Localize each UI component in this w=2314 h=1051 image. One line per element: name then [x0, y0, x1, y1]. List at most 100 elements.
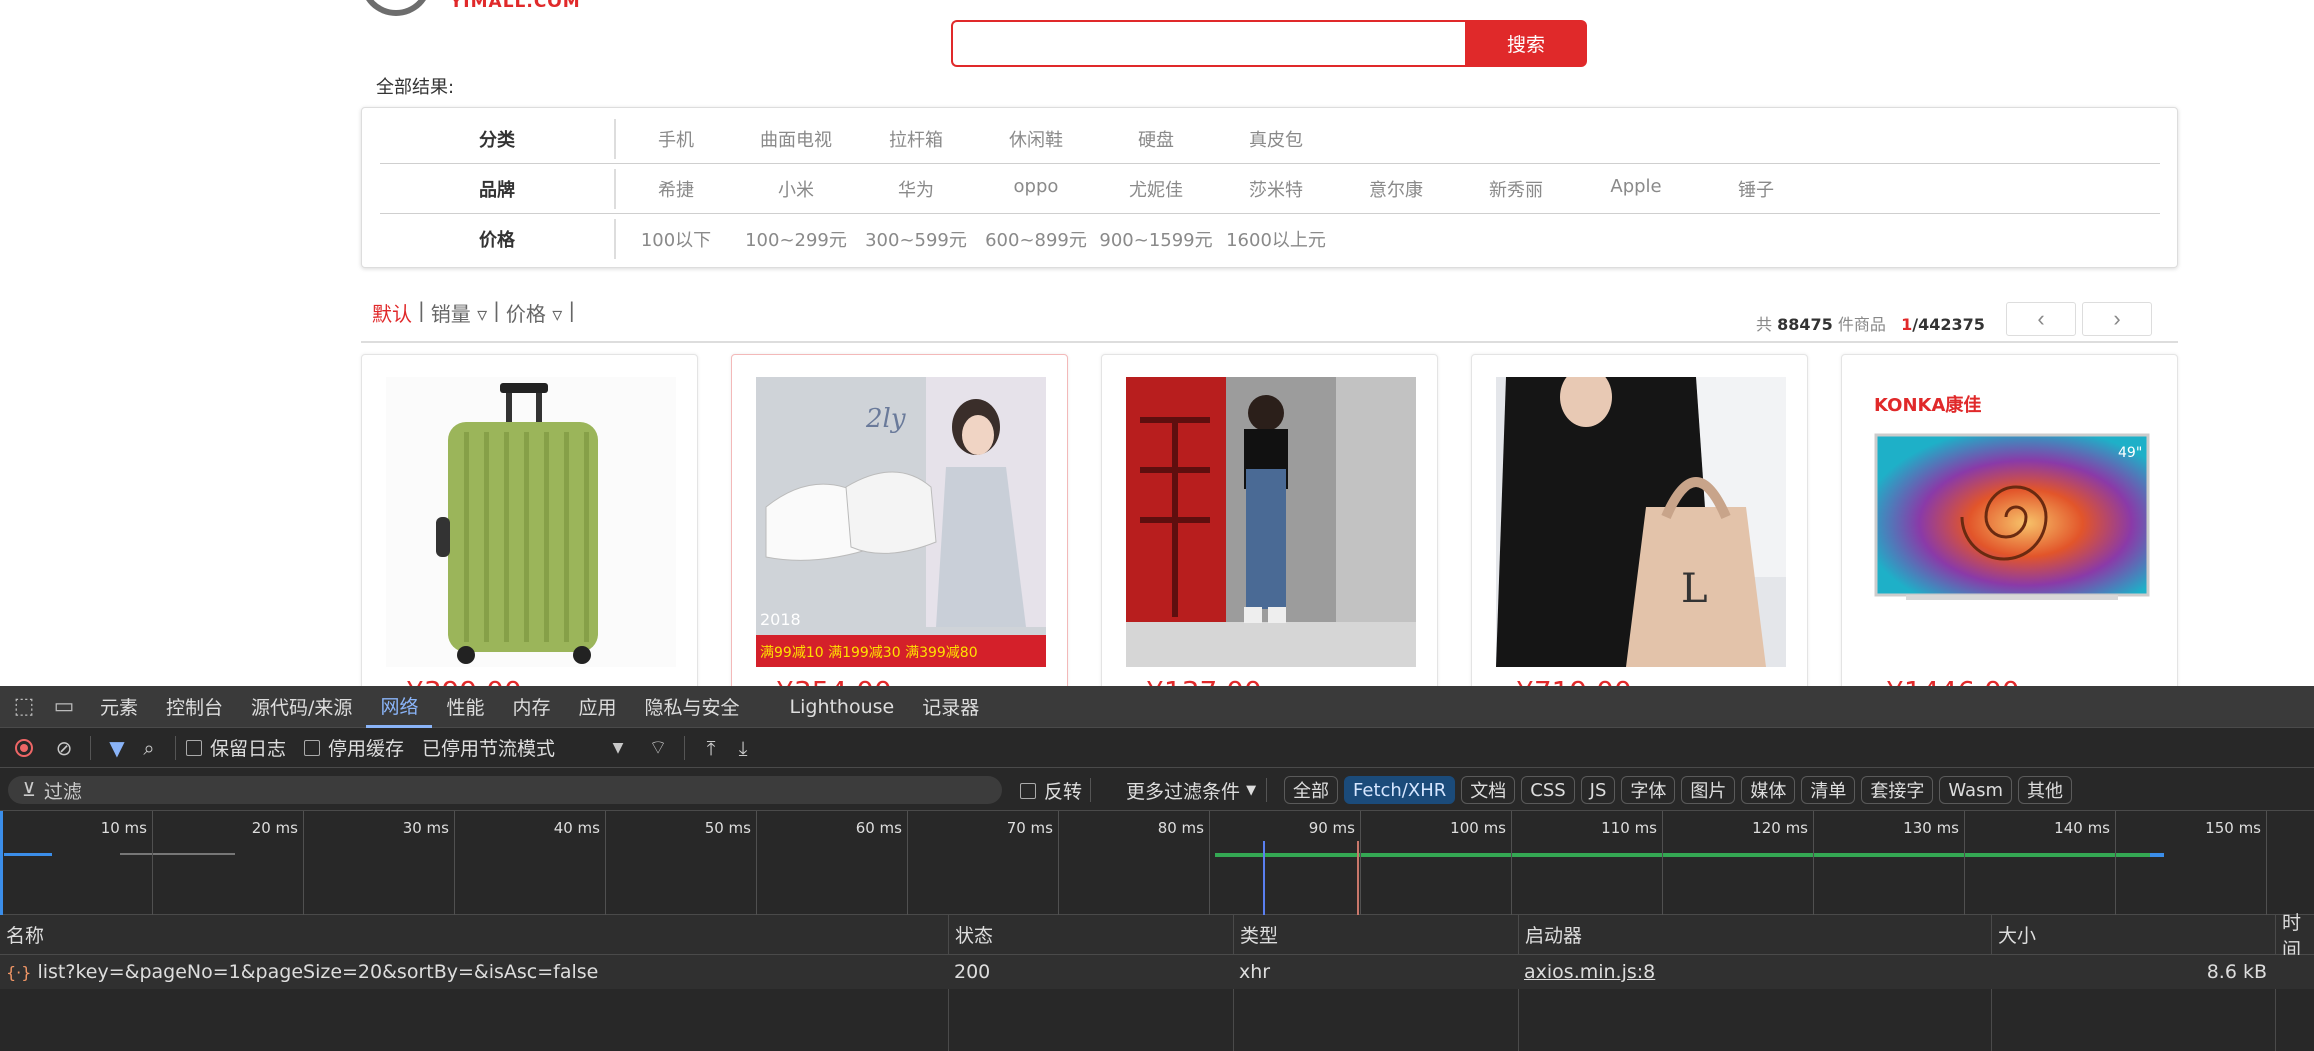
resource-type-chip[interactable]: 文档: [1461, 776, 1516, 804]
filter-option[interactable]: Apple: [1576, 176, 1696, 202]
product-card[interactable]: L ¥719.00: [1471, 354, 1808, 686]
resource-type-chip[interactable]: 全部: [1284, 776, 1338, 804]
product-card[interactable]: ¥399.00: [361, 354, 698, 686]
filter-option[interactable]: 1600以上元: [1216, 226, 1336, 252]
logo-text[interactable]: YIMALL.COM: [450, 0, 581, 12]
request-initiator[interactable]: axios.min.js:8: [1518, 955, 1655, 989]
devtools-panel: ⬚ ▭ 元素 控制台 源代码/来源 网络 性能 内存 应用 隐私与安全 Lighthouse 记录…: [0, 686, 2314, 1051]
download-icon[interactable]: ⤓: [727, 733, 759, 763]
filter-option[interactable]: 硬盘: [1096, 126, 1216, 152]
inspect-element-icon[interactable]: ⬚: [8, 693, 40, 721]
resource-type-chip[interactable]: Fetch/XHR: [1344, 776, 1456, 804]
timeline-tick: 20 ms: [252, 811, 304, 915]
request-row[interactable]: {·} list?key=&pageNo=1&pageSize=20&sortB…: [0, 955, 2314, 989]
product-card[interactable]: KONKA康佳 49" ¥1446.00: [1841, 354, 2178, 686]
filter-option[interactable]: 100以下: [616, 226, 736, 252]
search-button[interactable]: 搜索: [1465, 20, 1587, 67]
filter-option[interactable]: 小米: [736, 176, 856, 202]
devtools-tab[interactable]: Lighthouse: [776, 686, 909, 728]
devtools-tab[interactable]: 控制台: [152, 686, 237, 728]
product-image[interactable]: L: [1496, 377, 1786, 667]
filter-option[interactable]: 手机: [616, 126, 736, 152]
devtools-tab[interactable]: 性能: [432, 686, 498, 728]
filter-option[interactable]: 600~899元: [976, 226, 1096, 252]
filter-option[interactable]: 拉杆箱: [856, 126, 976, 152]
prev-page-button[interactable]: ‹: [2006, 302, 2076, 336]
filter-option[interactable]: 意尔康: [1336, 176, 1456, 202]
filter-option[interactable]: 300~599元: [856, 226, 976, 252]
column-name[interactable]: 名称: [0, 915, 44, 954]
network-conditions-icon[interactable]: ⌔: [642, 733, 674, 763]
chevron-down-icon[interactable]: ▼: [602, 733, 634, 763]
column-status[interactable]: 状态: [948, 915, 993, 954]
filter-option[interactable]: 锤子: [1696, 176, 1816, 202]
device-toolbar-icon[interactable]: ▭: [48, 693, 80, 721]
column-time[interactable]: 时间: [2275, 912, 2314, 961]
resource-type-chip[interactable]: CSS: [1521, 776, 1575, 804]
devtools-tab[interactable]: 应用: [564, 686, 630, 728]
filter-option[interactable]: 希捷: [616, 176, 736, 202]
resource-type-chip[interactable]: 清单: [1801, 776, 1856, 804]
logo-icon[interactable]: [360, 0, 432, 16]
preserve-log-checkbox[interactable]: 保留日志: [186, 734, 286, 761]
filter-option[interactable]: 华为: [856, 176, 976, 202]
product-image[interactable]: [386, 377, 676, 667]
filter-option[interactable]: 休闲鞋: [976, 126, 1096, 152]
sort-sales[interactable]: 销量 ▿: [431, 298, 487, 327]
resource-type-chip[interactable]: 字体: [1621, 776, 1676, 804]
request-name-cell[interactable]: {·} list?key=&pageNo=1&pageSize=20&sortB…: [0, 955, 598, 989]
timeline-tick: 30 ms: [403, 811, 455, 915]
throttle-select[interactable]: 已停用节流模式: [422, 734, 594, 761]
column-type[interactable]: 类型: [1233, 915, 1278, 954]
timeline-bar: [120, 853, 235, 855]
search-icon[interactable]: ⌕: [133, 733, 165, 763]
filter-option[interactable]: oppo: [976, 176, 1096, 202]
product-image[interactable]: [1126, 377, 1416, 667]
dom-content-loaded-line: [1263, 841, 1265, 915]
product-image[interactable]: 2ly 2018 满99减10 满199减30 满399减80: [756, 377, 1046, 667]
product-card[interactable]: ¥137.00: [1101, 354, 1438, 686]
filter-option[interactable]: 尤妮佳: [1096, 176, 1216, 202]
filter-input[interactable]: ⊻ 过滤: [8, 776, 1002, 804]
search-input[interactable]: [951, 20, 1466, 67]
devtools-tab[interactable]: 隐私与安全: [631, 686, 754, 728]
upload-icon[interactable]: ⤒: [695, 733, 727, 763]
clear-icon[interactable]: ⊘: [48, 733, 80, 763]
next-page-button[interactable]: ›: [2082, 302, 2152, 336]
timeline-tick: 90 ms: [1309, 811, 1361, 915]
filter-option[interactable]: 真皮包: [1216, 126, 1336, 152]
devtools-tab[interactable]: 记录器: [908, 686, 993, 728]
toolbar-divider: [90, 735, 91, 760]
resource-type-chip[interactable]: 媒体: [1741, 776, 1796, 804]
filter-option[interactable]: 曲面电视: [736, 126, 856, 152]
devtools-tab[interactable]: 内存: [498, 686, 564, 728]
sort-default[interactable]: 默认: [372, 298, 412, 327]
devtools-tab[interactable]: 网络: [366, 686, 433, 728]
filter-option[interactable]: 莎米特: [1216, 176, 1336, 202]
product-card[interactable]: 2ly 2018 满99减10 满199减30 满399减80 ¥354.00: [731, 354, 1068, 686]
resource-type-chip[interactable]: 其他: [2018, 776, 2072, 804]
toolbar-divider: [684, 735, 686, 760]
product-image[interactable]: KONKA康佳 49": [1866, 377, 2156, 667]
record-icon[interactable]: [8, 733, 40, 763]
more-filters-dropdown[interactable]: 更多过滤条件 ▼: [1126, 777, 1256, 804]
timeline-tick: 100 ms: [1450, 811, 1512, 915]
devtools-tab[interactable]: 元素: [86, 686, 152, 728]
column-initiator[interactable]: 启动器: [1518, 915, 1582, 954]
filter-option[interactable]: 900~1599元: [1096, 226, 1216, 252]
column-size[interactable]: 大小: [1991, 915, 2036, 954]
invert-checkbox[interactable]: 反转: [1020, 777, 1082, 804]
resource-type-chip[interactable]: 图片: [1681, 776, 1736, 804]
filter-option[interactable]: 新秀丽: [1456, 176, 1576, 202]
resource-type-chip[interactable]: 套接字: [1861, 776, 1934, 804]
resource-type-chip[interactable]: JS: [1580, 776, 1616, 804]
resource-type-chip[interactable]: Wasm: [1939, 776, 2012, 804]
sort-price[interactable]: 价格 ▿: [506, 298, 562, 327]
filter-funnel-icon[interactable]: ▼: [101, 733, 133, 763]
preserve-log-label: 保留日志: [210, 738, 287, 760]
initiator-link[interactable]: axios.min.js:8: [1524, 961, 1655, 983]
filter-option[interactable]: 100~299元: [736, 226, 856, 252]
svg-text:L: L: [1681, 566, 1708, 612]
devtools-tab[interactable]: 源代码/来源: [237, 686, 366, 728]
disable-cache-checkbox[interactable]: 停用缓存: [286, 734, 404, 761]
